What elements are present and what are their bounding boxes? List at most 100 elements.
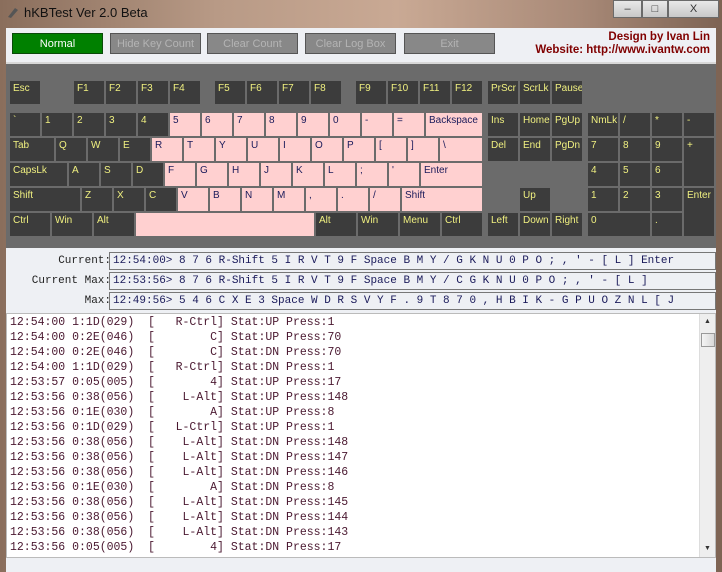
log-entry: 12:53:56 0:38(056) [ L-Alt] Stat:DN Pres… — [10, 436, 349, 449]
key-symbol: ] — [408, 138, 438, 161]
log-entry: 12:53:56 0:38(056) [ L-Alt] Stat:DN Pres… — [10, 466, 349, 479]
key-5: 5 — [170, 113, 200, 136]
key-q: Q — [56, 138, 86, 161]
key-symbol: - — [362, 113, 392, 136]
key-pgup: PgUp — [552, 113, 582, 136]
current-field: 12:54:00> 8 7 6 R-Shift 5 I R V T 9 F Sp… — [109, 252, 716, 270]
key-shift: Shift — [10, 188, 80, 211]
log-scrollbar[interactable]: ▲ ▼ — [699, 314, 715, 557]
key-symbol: , — [306, 188, 336, 211]
key-ctrl: Ctrl — [10, 213, 50, 236]
keyboard-panel: Esc F1 F2 F3 F4 F5 F6 F7 F8 F9 F10 F11 F12 PrScr ScrLk… — [6, 62, 716, 248]
key-k: K — [293, 163, 323, 186]
key-m: M — [274, 188, 304, 211]
key-h: H — [229, 163, 259, 186]
title-bar: hKBTest Ver 2.0 Beta – □ X — [0, 0, 722, 28]
key-z: Z — [82, 188, 112, 211]
log-entry: 12:53:57 0:05(005) [ 4] Stat:UP Press:17 — [10, 376, 342, 389]
hide-key-count-button[interactable]: Hide Key Count — [110, 33, 201, 54]
window-controls: – □ X — [613, 0, 719, 18]
key-4: 4 — [588, 163, 618, 186]
key-r: R — [152, 138, 182, 161]
key-6: 6 — [652, 163, 682, 186]
key-8: 8 — [620, 138, 650, 161]
key-enter: Enter — [421, 163, 482, 186]
key-shift: Shift — [402, 188, 482, 211]
key-pause: Pause — [552, 81, 582, 104]
normal-button[interactable]: Normal — [12, 33, 103, 54]
key-f2: F2 — [106, 81, 136, 104]
log-entry: 12:53:56 0:38(056) [ L-Alt] Stat:DN Pres… — [10, 496, 349, 509]
key-space — [136, 213, 314, 236]
key-8: 8 — [266, 113, 296, 136]
log-entry: 12:53:56 0:05(005) [ 4] Stat:DN Press:17 — [10, 541, 342, 554]
key-b: B — [210, 188, 240, 211]
current-max-field: 12:53:56> 8 7 6 R-Shift 5 I R V T 9 F Sp… — [109, 272, 716, 290]
key-2: 2 — [74, 113, 104, 136]
key-right: Right — [552, 213, 582, 236]
key-symbol: / — [370, 188, 400, 211]
key-2: 2 — [620, 188, 650, 211]
key-f7: F7 — [279, 81, 309, 104]
key-up: Up — [520, 188, 550, 211]
key-scrlk: ScrLk — [520, 81, 550, 104]
key-w: W — [88, 138, 118, 161]
key-1: 1 — [42, 113, 72, 136]
scroll-up-arrow-icon[interactable]: ▲ — [704, 318, 711, 325]
log-entry: 12:54:00 0:2E(046) [ C] Stat:DN Press:70 — [10, 346, 342, 359]
key-symbol: \ — [440, 138, 482, 161]
current-label: Current: — [58, 255, 111, 267]
key-symbol: / — [620, 113, 650, 136]
key-prscr: PrScr — [488, 81, 518, 104]
key-i: I — [280, 138, 310, 161]
key-home: Home — [520, 113, 550, 136]
key-f5: F5 — [215, 81, 245, 104]
key-tab: Tab — [10, 138, 54, 161]
clear-count-button[interactable]: Clear Count — [207, 33, 298, 54]
key-symbol: ; — [357, 163, 387, 186]
window-title: hKBTest Ver 2.0 Beta — [24, 5, 148, 20]
key-d: D — [133, 163, 163, 186]
key-4: 4 — [138, 113, 168, 136]
exit-button[interactable]: Exit — [404, 33, 495, 54]
key-g: G — [197, 163, 227, 186]
key-symbol: + — [684, 138, 714, 186]
key-symbol: * — [652, 113, 682, 136]
app-icon — [8, 8, 18, 18]
close-button[interactable]: X — [668, 0, 719, 18]
key-o: O — [312, 138, 342, 161]
log-entry: 12:54:00 1:1D(029) [ R-Ctrl] Stat:DN Pre… — [10, 361, 335, 374]
key-3: 3 — [652, 188, 682, 211]
key-v: V — [178, 188, 208, 211]
key-symbol: . — [338, 188, 368, 211]
key-symbol: . — [652, 213, 682, 236]
key-u: U — [248, 138, 278, 161]
max-field: 12:49:56> 5 4 6 C X E 3 Space W D R S V … — [109, 292, 716, 310]
key-left: Left — [488, 213, 518, 236]
minimize-button[interactable]: – — [613, 0, 642, 18]
clear-log-box-button[interactable]: Clear Log Box — [305, 33, 396, 54]
scrollbar-thumb[interactable] — [701, 333, 715, 347]
key-9: 9 — [652, 138, 682, 161]
key-end: End — [520, 138, 550, 161]
log-entry: 12:53:56 0:38(056) [ L-Alt] Stat:DN Pres… — [10, 451, 349, 464]
maximize-button[interactable]: □ — [642, 0, 668, 18]
credits: Design by Ivan Lin Website: http://www.i… — [535, 31, 710, 57]
key-7: 7 — [588, 138, 618, 161]
log-box[interactable]: ▲ ▼ 12:54:00 1:1D(029) [ R-Ctrl] Stat:UP… — [6, 313, 716, 558]
log-entry: 12:53:56 0:1E(030) [ A] Stat:DN Press:8 — [10, 481, 335, 494]
key-t: T — [184, 138, 214, 161]
key-c: C — [146, 188, 176, 211]
key-down: Down — [520, 213, 550, 236]
scroll-down-arrow-icon[interactable]: ▼ — [704, 545, 711, 552]
key-ctrl: Ctrl — [442, 213, 482, 236]
current-max-label: Current Max: — [31, 275, 111, 287]
max-label: Max: — [84, 295, 111, 307]
credit-website: Website: http://www.ivantw.com — [535, 44, 710, 56]
key-y: Y — [216, 138, 246, 161]
key-symbol: = — [394, 113, 424, 136]
key-backspace: Backspace — [426, 113, 482, 136]
key-p: P — [344, 138, 374, 161]
key-symbol: [ — [376, 138, 406, 161]
key-f1: F1 — [74, 81, 104, 104]
